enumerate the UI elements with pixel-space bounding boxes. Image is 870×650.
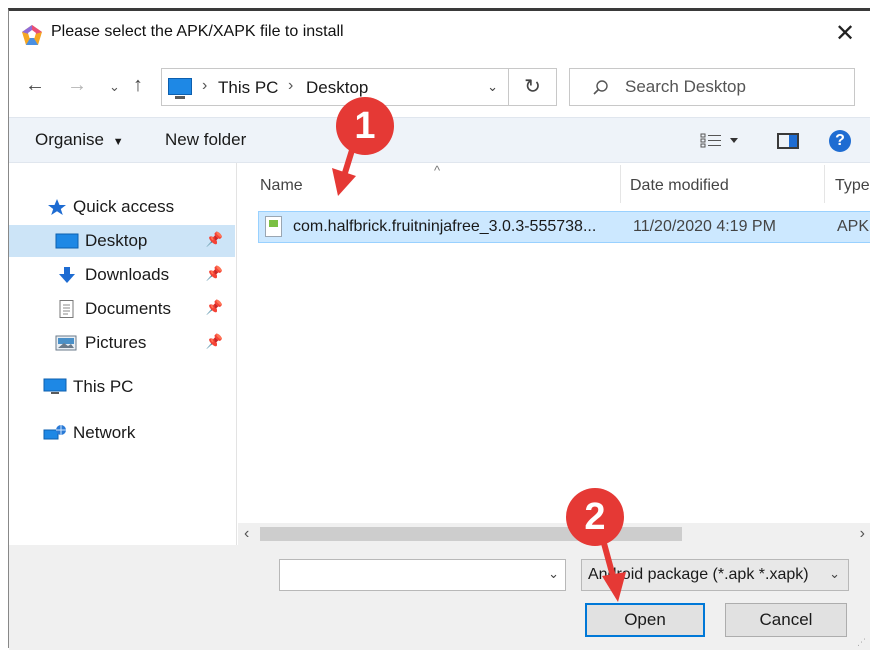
sidebar-item-documents[interactable]: Documents 📌 [9, 293, 235, 325]
command-toolbar: Organise ▼ New folder ? [9, 117, 870, 163]
file-open-dialog: Please select the APK/XAPK file to insta… [8, 8, 870, 650]
step-1-badge: 1 [336, 97, 394, 155]
sidebar-item-desktop[interactable]: Desktop 📌 [9, 225, 235, 257]
sidebar-item-label: Pictures [85, 333, 147, 352]
app-logo-icon [22, 25, 42, 45]
computer-icon [43, 378, 67, 394]
column-header-name[interactable]: Name [260, 177, 303, 195]
scroll-right-icon[interactable]: › [860, 525, 865, 543]
help-icon[interactable]: ? [829, 130, 851, 152]
pin-icon[interactable]: 📌 [206, 299, 223, 316]
scroll-left-icon[interactable]: ‹ [244, 525, 249, 543]
dialog-footer: ⌄ Android package (*.apk *.xapk) ⌄ Open … [9, 545, 870, 650]
step-2-badge: 2 [566, 488, 624, 546]
apk-file-icon [265, 216, 282, 237]
column-header-type[interactable]: Type [835, 177, 870, 195]
change-view-icon[interactable] [699, 130, 739, 152]
column-divider[interactable] [620, 165, 621, 203]
file-name-combobox[interactable]: ⌄ [279, 559, 566, 591]
back-arrow-icon[interactable]: ← [25, 73, 45, 97]
sidebar-item-quick-access[interactable]: Quick access [9, 191, 235, 223]
close-button[interactable]: ✕ [830, 19, 860, 49]
column-divider[interactable] [824, 165, 825, 203]
chevron-down-icon[interactable]: ⌄ [548, 566, 559, 582]
download-icon [59, 267, 75, 283]
pin-icon[interactable]: 📌 [206, 265, 223, 282]
forward-arrow-icon[interactable]: → [67, 73, 87, 97]
resize-grip-icon[interactable]: ⋰ [857, 637, 867, 647]
pictures-icon [55, 335, 77, 351]
this-pc-icon [168, 78, 192, 99]
organise-label: Organise [35, 130, 104, 149]
address-bar[interactable]: › This PC › Desktop ⌄ [161, 68, 509, 106]
chevron-down-icon: ⌄ [829, 566, 840, 581]
network-icon [43, 425, 66, 440]
sidebar-item-label: Quick access [73, 197, 175, 216]
sidebar-item-network[interactable]: Network [9, 417, 235, 449]
breadcrumb-separator-icon: › [202, 77, 208, 94]
breadcrumb-desktop[interactable]: Desktop [306, 78, 368, 98]
sort-ascending-icon: ^ [434, 163, 441, 178]
sidebar-item-label: Network [73, 423, 136, 442]
dialog-title: Please select the APK/XAPK file to insta… [51, 23, 344, 40]
sidebar-item-label: Downloads [85, 265, 170, 284]
file-date-modified: 11/20/2020 4:19 PM [633, 218, 776, 235]
organise-menu-button[interactable]: Organise ▼ [35, 130, 124, 150]
file-name-input[interactable] [284, 562, 534, 588]
sidebar-item-downloads[interactable]: Downloads 📌 [9, 259, 235, 291]
search-icon [593, 80, 608, 95]
navigation-bar: ← → ⌄ ↑ › This PC › Desktop ⌄ ↻ [9, 63, 870, 109]
search-input[interactable] [625, 69, 845, 105]
file-list: ^ Name Date modified Type com.halfbrick.… [238, 163, 870, 527]
up-arrow-icon[interactable]: ↑ [133, 73, 143, 97]
pin-icon[interactable]: 📌 [206, 333, 223, 350]
file-type: APK [837, 218, 870, 235]
address-history-chevron-icon[interactable]: ⌄ [487, 79, 498, 95]
sidebar-item-this-pc[interactable]: This PC [9, 371, 235, 403]
recent-locations-chevron-icon[interactable]: ⌄ [109, 75, 120, 99]
documents-icon [59, 300, 74, 318]
navigation-pane: Quick access Desktop 📌 Downloads 📌 Docum… [9, 163, 237, 545]
chevron-down-icon: ▼ [112, 136, 124, 148]
cancel-button[interactable]: Cancel [725, 603, 847, 637]
star-icon [48, 199, 66, 215]
sidebar-item-label: Documents [85, 299, 171, 318]
new-folder-button[interactable]: New folder [165, 130, 246, 150]
search-box[interactable] [569, 68, 855, 106]
breadcrumb-separator-icon: › [288, 77, 294, 94]
pin-icon[interactable]: 📌 [206, 231, 223, 248]
sidebar-item-label: This PC [73, 377, 134, 396]
refresh-button[interactable]: ↻ [509, 68, 557, 106]
column-header-date-modified[interactable]: Date modified [630, 177, 729, 195]
file-row[interactable]: com.halfbrick.fruitninjafree_3.0.3-55573… [258, 211, 870, 243]
title-bar: Please select the APK/XAPK file to insta… [9, 11, 870, 55]
sidebar-item-pictures[interactable]: Pictures 📌 [9, 327, 235, 359]
sidebar-item-label: Desktop [85, 231, 148, 250]
breadcrumb-this-pc[interactable]: This PC [218, 78, 278, 98]
horizontal-scrollbar[interactable]: ‹ › [238, 523, 870, 545]
preview-pane-icon[interactable] [777, 133, 799, 149]
file-name: com.halfbrick.fruitninjafree_3.0.3-55573… [293, 218, 597, 235]
desktop-icon [55, 233, 79, 249]
